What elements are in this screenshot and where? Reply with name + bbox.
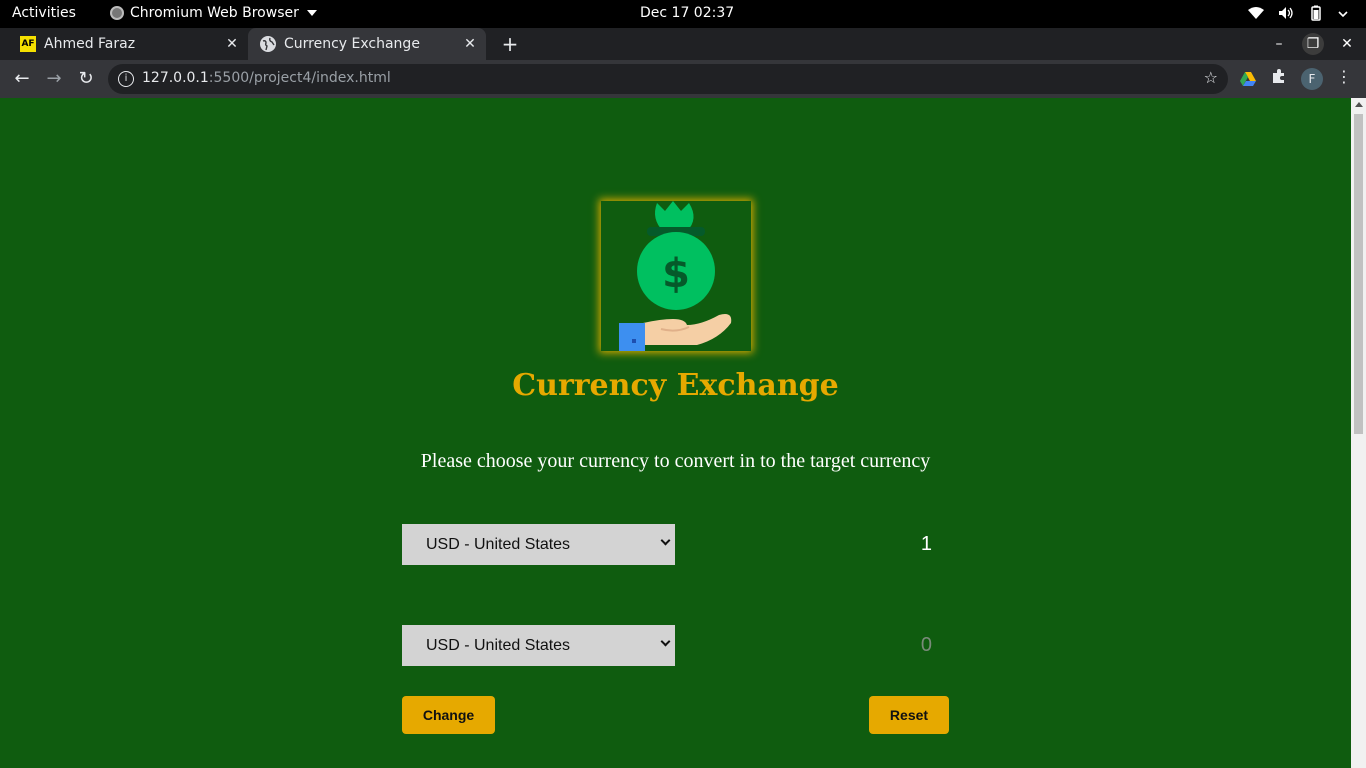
af-favicon-icon: AF	[20, 36, 36, 52]
to-amount-output[interactable]: 0	[700, 634, 932, 657]
app-menu-label: Chromium Web Browser	[130, 5, 299, 21]
info-icon[interactable]: i	[118, 71, 134, 87]
close-icon[interactable]: ✕	[220, 36, 244, 52]
window-close-button[interactable]: ✕	[1336, 33, 1358, 55]
new-tab-button[interactable]: +	[498, 32, 522, 56]
bookmark-star-icon[interactable]: ☆	[1204, 68, 1218, 87]
chevron-down-icon	[660, 535, 671, 546]
system-top-bar: Activities Chromium Web Browser Dec 17 0…	[0, 0, 1366, 28]
page-content: $ Currency Exchange Please choose your c…	[0, 98, 1351, 768]
svg-text:$: $	[662, 251, 690, 297]
extensions-puzzle-icon[interactable]	[1271, 68, 1287, 88]
address-bar[interactable]: i 127.0.0.1:5500/project4/index.html ☆	[108, 64, 1228, 94]
bag-top-icon	[655, 201, 694, 231]
forward-arrow-icon[interactable]: →	[42, 67, 66, 91]
vertical-scrollbar[interactable]	[1351, 98, 1366, 768]
globe-icon	[260, 36, 276, 52]
clock[interactable]: Dec 17 02:37	[640, 5, 734, 21]
page-title: Currency Exchange	[512, 368, 839, 403]
scrollbar-thumb[interactable]	[1354, 114, 1363, 434]
url-text[interactable]: 127.0.0.1:5500/project4/index.html	[142, 70, 391, 86]
app-menu[interactable]: Chromium Web Browser	[110, 5, 317, 21]
minimize-button[interactable]: –	[1268, 33, 1290, 55]
browser-toolbar: ← → ↻ i 127.0.0.1:5500/project4/index.ht…	[0, 60, 1366, 98]
tab-ahmed-faraz[interactable]: AF Ahmed Faraz ✕	[8, 28, 248, 60]
back-arrow-icon[interactable]: ←	[10, 67, 34, 91]
money-bag-logo: $	[601, 201, 751, 351]
volume-icon	[1278, 6, 1294, 24]
from-currency-value: USD - United States	[426, 535, 571, 553]
from-amount-input[interactable]: 1	[700, 533, 932, 556]
close-icon[interactable]: ✕	[458, 36, 482, 52]
reload-icon[interactable]: ↻	[74, 67, 98, 91]
change-button[interactable]: Change	[402, 696, 495, 734]
to-currency-value: USD - United States	[426, 636, 571, 654]
activities-button[interactable]: Activities	[12, 5, 76, 21]
tab-title: Ahmed Faraz	[44, 36, 136, 52]
chevron-down-icon	[1338, 7, 1348, 23]
tab-strip: AF Ahmed Faraz ✕ Currency Exchange ✕ + –…	[0, 28, 1366, 60]
scroll-up-arrow-icon[interactable]	[1355, 102, 1363, 107]
caret-down-icon	[306, 10, 317, 16]
restore-button[interactable]: ❐	[1302, 33, 1324, 55]
reset-button[interactable]: Reset	[869, 696, 949, 734]
more-menu-icon[interactable]: ⋮	[1336, 67, 1352, 86]
system-tray[interactable]	[1248, 5, 1348, 25]
chromium-icon	[110, 6, 124, 20]
to-currency-select[interactable]: USD - United States	[402, 625, 675, 666]
chevron-down-icon	[660, 636, 671, 647]
tab-currency-exchange[interactable]: Currency Exchange ✕	[248, 28, 486, 60]
battery-icon	[1308, 5, 1324, 25]
tab-title: Currency Exchange	[284, 36, 420, 52]
instructions-text: Please choose your currency to convert i…	[420, 450, 931, 472]
wifi-icon	[1248, 6, 1264, 24]
google-drive-icon[interactable]	[1240, 71, 1256, 87]
window-controls: – ❐ ✕	[1268, 28, 1358, 60]
from-currency-select[interactable]: USD - United States	[402, 524, 675, 565]
profile-avatar[interactable]: F	[1301, 68, 1323, 90]
